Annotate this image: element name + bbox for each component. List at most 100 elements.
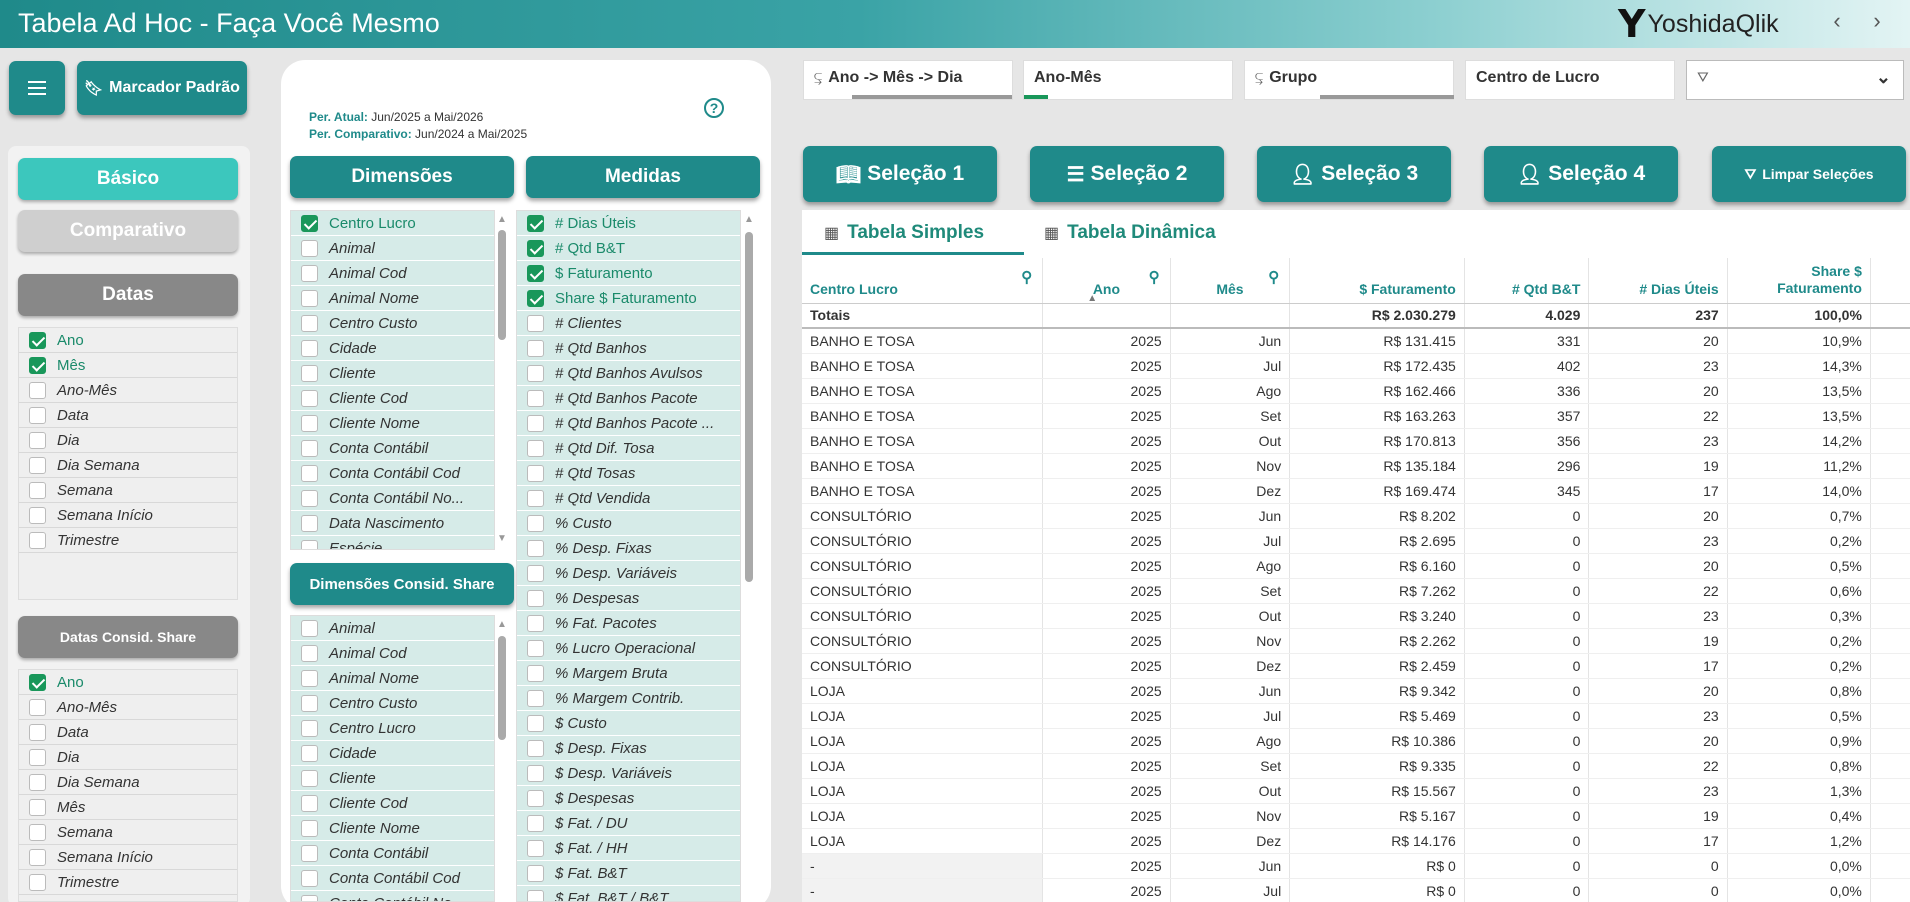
checkbox-icon[interactable] <box>527 564 544 582</box>
comparativo-button[interactable]: Comparativo <box>18 210 238 252</box>
table-row[interactable]: -2025 Jul R$ 0 0 0 0,0% <box>802 878 1910 902</box>
checkbox-icon[interactable] <box>527 664 544 682</box>
table-row[interactable]: BANHO E TOSA 2025 Dez R$ 169.474 345 17 14,0% <box>802 478 1910 504</box>
list-item[interactable]: Centro Lucro <box>291 716 494 741</box>
list-item[interactable]: Espécie <box>291 536 494 549</box>
table-row[interactable]: CONSULTÓRIO 2025 Jul R$ 2.695 0 23 0,2% <box>802 528 1910 554</box>
list-item[interactable]: Semana Início <box>19 845 237 870</box>
list-item[interactable]: # Qtd B&T <box>517 236 740 261</box>
checkbox-checked-icon[interactable] <box>527 214 544 232</box>
list-item[interactable]: Semana Início <box>19 503 237 528</box>
table-row[interactable]: LOJA 2025 Set R$ 9.335 0 22 0,8% <box>802 753 1910 779</box>
checkbox-icon[interactable] <box>301 819 318 837</box>
list-item[interactable]: % Margem Contrib. <box>517 686 740 711</box>
checkbox-icon[interactable] <box>301 894 318 901</box>
checkbox-icon[interactable] <box>29 723 46 741</box>
list-item[interactable]: Conta Contábil No... <box>291 486 494 511</box>
checkbox-checked-icon[interactable] <box>527 264 544 282</box>
list-item[interactable]: % Lucro Operacional <box>517 636 740 661</box>
checkbox-icon[interactable] <box>527 639 544 657</box>
checkbox-icon[interactable] <box>527 364 544 382</box>
list-item[interactable]: % Margem Bruta <box>517 661 740 686</box>
list-item[interactable]: Cidade <box>291 336 494 361</box>
checkbox-icon[interactable] <box>29 431 46 449</box>
table-row[interactable]: CONSULTÓRIO 2025 Dez R$ 2.459 0 17 0,2% <box>802 653 1910 679</box>
selecao-2-button[interactable]: ☰ Seleção 2 <box>1030 146 1224 202</box>
checkbox-icon[interactable] <box>29 773 46 791</box>
list-item[interactable]: Data <box>19 403 237 428</box>
list-item[interactable]: Conta Contábil Cod <box>291 866 494 891</box>
list-item[interactable]: Conta Contábil Cod <box>291 461 494 486</box>
list-item[interactable]: # Qtd Banhos Pacote <box>517 386 740 411</box>
list-item[interactable]: Animal Nome <box>291 286 494 311</box>
list-item[interactable]: % Fat. Pacotes <box>517 611 740 636</box>
list-item[interactable]: % Desp. Fixas <box>517 536 740 561</box>
checkbox-icon[interactable] <box>527 339 544 357</box>
list-item[interactable]: # Qtd Tosas <box>517 461 740 486</box>
search-icon[interactable]: ⚲ <box>1149 268 1160 286</box>
checkbox-icon[interactable] <box>301 844 318 862</box>
checkbox-icon[interactable] <box>527 814 544 832</box>
list-item[interactable]: Cliente Nome <box>291 411 494 436</box>
table-row[interactable]: BANHO E TOSA 2025 Nov R$ 135.184 296 19 11,2% <box>802 453 1910 479</box>
list-item[interactable]: % Desp. Variáveis <box>517 561 740 586</box>
list-item[interactable]: Cliente <box>291 766 494 791</box>
checkbox-icon[interactable] <box>527 414 544 432</box>
medidas-scrollbar[interactable] <box>745 232 753 582</box>
checkbox-checked-icon[interactable] <box>29 331 46 349</box>
checkbox-icon[interactable] <box>527 439 544 457</box>
list-item[interactable]: $ Fat. B&T <box>517 861 740 886</box>
col-mes[interactable]: Mês ⚲ <box>1170 258 1291 304</box>
list-item[interactable]: Mês <box>19 353 237 378</box>
list-item[interactable]: $ Fat. B&T / B&T <box>517 886 740 901</box>
scroll-up-icon[interactable]: ▲ <box>497 214 507 225</box>
list-item[interactable]: $ Desp. Variáveis <box>517 761 740 786</box>
list-item[interactable]: Data <box>19 720 237 745</box>
list-item[interactable]: # Qtd Vendida <box>517 486 740 511</box>
scroll-up-icon-2[interactable]: ▲ <box>497 619 507 630</box>
table-row[interactable]: CONSULTÓRIO 2025 Ago R$ 6.160 0 20 0,5% <box>802 553 1910 579</box>
bookmark-button[interactable]: 🔖︎ Marcador Padrão <box>77 61 247 115</box>
checkbox-icon[interactable] <box>301 464 318 482</box>
list-item[interactable]: Animal Nome <box>291 666 494 691</box>
scroll-down-icon[interactable]: ▼ <box>497 533 507 544</box>
checkbox-checked-icon[interactable] <box>301 214 318 232</box>
checkbox-icon[interactable] <box>29 748 46 766</box>
checkbox-icon[interactable] <box>29 823 46 841</box>
selecao-4-button[interactable]: 👤︎ Seleção 4 <box>1484 146 1678 202</box>
list-item[interactable]: $ Despesas <box>517 786 740 811</box>
checkbox-icon[interactable] <box>527 689 544 707</box>
checkbox-icon[interactable] <box>301 314 318 332</box>
col-ano[interactable]: Ano ⚲ ▲ <box>1042 258 1171 304</box>
checkbox-icon[interactable] <box>527 764 544 782</box>
checkbox-checked-icon[interactable] <box>29 356 46 374</box>
filter-ano-mes[interactable]: Ano-Mês <box>1023 60 1233 100</box>
table-row[interactable]: -2025 Jun R$ 0 0 0 0,0% <box>802 853 1910 879</box>
filter-ano-mes-dia[interactable]: ⥹ Ano -> Mês -> Dia <box>803 60 1013 100</box>
checkbox-icon[interactable] <box>29 381 46 399</box>
checkbox-icon[interactable] <box>301 489 318 507</box>
list-item[interactable]: $ Faturamento <box>517 261 740 286</box>
list-item[interactable]: Cliente Nome <box>291 816 494 841</box>
table-row[interactable]: LOJA 2025 Jun R$ 9.342 0 20 0,8% <box>802 678 1910 704</box>
checkbox-icon[interactable] <box>301 694 318 712</box>
checkbox-icon[interactable] <box>301 439 318 457</box>
list-item[interactable]: $ Fat. / HH <box>517 836 740 861</box>
list-item[interactable]: Animal <box>291 616 494 641</box>
table-row[interactable]: LOJA 2025 Nov R$ 5.167 0 19 0,4% <box>802 803 1910 829</box>
checkbox-icon[interactable] <box>301 744 318 762</box>
checkbox-icon[interactable] <box>527 864 544 882</box>
list-item[interactable]: # Qtd Banhos Avulsos <box>517 361 740 386</box>
search-icon[interactable]: ⚲ <box>1021 268 1032 286</box>
col-faturamento[interactable]: $ Faturamento <box>1289 258 1465 304</box>
list-item[interactable]: Animal <box>291 236 494 261</box>
table-row[interactable]: CONSULTÓRIO 2025 Set R$ 7.262 0 22 0,6% <box>802 578 1910 604</box>
checkbox-icon[interactable] <box>527 889 544 901</box>
list-item[interactable]: Centro Custo <box>291 691 494 716</box>
list-item[interactable]: Trimestre <box>19 870 237 895</box>
list-item[interactable]: % Custo <box>517 511 740 536</box>
help-icon[interactable]: ? <box>704 98 724 118</box>
checkbox-icon[interactable] <box>29 531 46 549</box>
dim-share-scrollbar[interactable] <box>498 636 506 740</box>
col-qtd-bt[interactable]: # Qtd B&T <box>1464 258 1590 304</box>
